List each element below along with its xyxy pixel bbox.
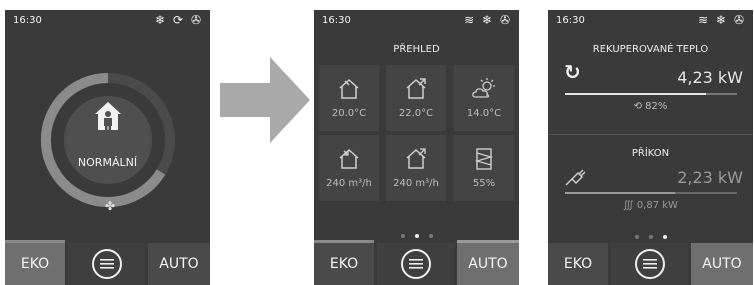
house-supply-icon — [339, 148, 359, 169]
recovered-heat-bar — [565, 93, 737, 95]
heater-icon: ∭ — [623, 200, 634, 211]
tile-outdoor-temp[interactable]: 22.0°C — [386, 65, 446, 131]
right-arrow-icon — [220, 57, 310, 143]
status-icons: ≋ ❄ ✇ — [698, 13, 746, 27]
mode-ring[interactable] — [33, 65, 183, 215]
eko-button[interactable]: EKO — [548, 243, 608, 285]
menu-icon — [400, 249, 431, 279]
heat-icon: ≋ — [464, 13, 477, 27]
recovered-heat-title: REKUPEROVANÉ TEPLO — [592, 44, 709, 55]
mode-label: NORMÁLNÍ — [77, 156, 138, 169]
auto-button[interactable]: AUTO — [691, 243, 753, 285]
screen-home: 16:30 ❄ ⟳ ✇ NORMÁLNÍ ✤ EKO AUTO — [5, 10, 210, 285]
screen-energy: 16:30 ≋ ❄ ✇ REKUPEROVANÉ TEPLO ↻ 4,23 kW… — [548, 10, 753, 285]
page-indicator — [548, 224, 753, 243]
filter-icon — [474, 148, 494, 170]
house-exhaust-icon — [406, 148, 426, 169]
efficiency-row: ⟲ 82% — [548, 101, 753, 112]
eko-button[interactable]: EKO — [5, 240, 65, 285]
clock: 16:30 — [322, 15, 351, 26]
auto-button[interactable]: AUTO — [457, 240, 519, 285]
recovered-heat-value: 4,23 kW — [677, 68, 743, 87]
screen-overview: 16:30 ≋ ❄ ✇ PŘEHLED 20.0°C 22.0°C 14.0°C… — [314, 10, 519, 285]
clock: 16:30 — [13, 15, 42, 26]
snowflake-icon: ❄ — [155, 13, 168, 27]
tile-weather-temp[interactable]: 14.0°C — [454, 65, 514, 131]
snowflake-icon: ❄ — [482, 13, 495, 27]
page-dot-1 — [400, 234, 405, 238]
heat-recovery-icon: ↻ — [564, 60, 581, 84]
plug-icon — [565, 169, 586, 186]
sync-icon: ⟳ — [173, 13, 186, 27]
fan-speed-icon[interactable]: ✤ — [105, 199, 115, 213]
heater-value: 0,87 kW — [636, 200, 678, 211]
status-icons: ❄ ⟳ ✇ — [155, 13, 203, 27]
divider — [548, 134, 753, 135]
status-bar: 16:30 ≋ ❄ ✇ — [548, 10, 753, 32]
tile-exhaust-flow[interactable]: 240 m³/h — [386, 135, 446, 201]
eko-button[interactable]: EKO — [314, 240, 374, 285]
house-in-icon — [339, 78, 359, 99]
page-dot-2 — [648, 235, 653, 239]
power-input-title: PŘÍKON — [631, 148, 670, 159]
page-dot-3 — [662, 235, 667, 239]
power-input-bar — [565, 192, 737, 194]
page-dot-3 — [428, 234, 433, 238]
clock: 16:30 — [556, 15, 585, 26]
tile-indoor-temp[interactable]: 20.0°C — [319, 65, 379, 131]
heat-icon: ≋ — [698, 13, 711, 27]
page-dot-2 — [414, 234, 419, 238]
status-bar: 16:30 ❄ ⟳ ✇ — [5, 10, 210, 32]
fan-icon: ✇ — [733, 13, 746, 27]
menu-button[interactable] — [68, 243, 145, 285]
snowflake-icon: ❄ — [716, 13, 729, 27]
heater-row: ∭ 0,87 kW — [548, 200, 753, 211]
bottom-bar: EKO AUTO — [5, 240, 210, 285]
house-out-icon — [406, 78, 426, 99]
auto-button[interactable]: AUTO — [148, 243, 210, 285]
page-title: PŘEHLED — [393, 44, 440, 55]
status-bar: 16:30 ≋ ❄ ✇ — [314, 10, 519, 32]
efficiency-value: 82% — [645, 101, 668, 112]
bottom-bar: EKO AUTO — [548, 243, 753, 285]
fan-icon: ✇ — [499, 13, 512, 27]
bottom-bar: EKO AUTO — [314, 240, 519, 285]
menu-icon — [634, 249, 665, 279]
house-person-icon — [95, 102, 121, 130]
recuperation-icon: ⟲ — [633, 101, 642, 112]
power-input-value: 2,23 kW — [677, 168, 743, 187]
page-dot-1 — [634, 235, 639, 239]
status-icons: ≋ ❄ ✇ — [464, 13, 512, 27]
weather-icon — [472, 78, 495, 98]
menu-icon — [91, 249, 122, 279]
tile-supply-flow[interactable]: 240 m³/h — [319, 135, 379, 201]
menu-button[interactable] — [611, 243, 688, 285]
tile-filter[interactable]: 55% — [454, 135, 514, 201]
fan-icon: ✇ — [190, 13, 203, 27]
menu-button[interactable] — [377, 243, 454, 285]
